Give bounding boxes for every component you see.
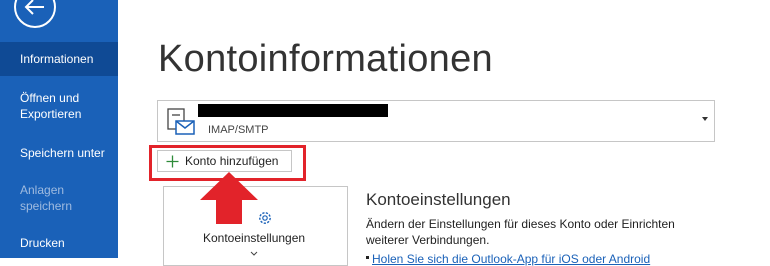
section-description: Ändern der Einstellungen für dieses Kont… <box>366 217 675 247</box>
add-account-button[interactable]: Konto hinzufügen <box>157 150 292 172</box>
sidebar-item-label: Öffnen und Exportieren <box>20 91 82 121</box>
section-heading: Kontoeinstellungen <box>366 190 511 209</box>
account-type: IMAP/SMTP <box>208 124 269 136</box>
sidebar-item-anlagen-speichern: Anlagen speichern <box>0 182 92 214</box>
dropdown-arrow-icon[interactable] <box>702 117 708 121</box>
page-title: Kontoinformationen <box>158 38 493 80</box>
account-settings-tile-label: Kontoeinstellungen <box>203 231 306 245</box>
sidebar-item-label: Drucken <box>20 236 65 250</box>
sidebar-item-oeffnen-exportieren[interactable]: Öffnen und Exportieren <box>0 90 100 122</box>
mailbox-icon <box>167 108 195 135</box>
sidebar: Informationen Öffnen und Exportieren Spe… <box>0 0 118 258</box>
gear-icon <box>259 212 271 224</box>
red-arrow-annotation <box>200 172 258 224</box>
sidebar-item-informationen[interactable]: Informationen <box>0 42 118 76</box>
plus-icon <box>166 155 179 168</box>
account-name-redacted: (redacted) <box>198 104 388 117</box>
add-account-label: Konto hinzufügen <box>185 154 279 168</box>
back-arrow-icon <box>24 0 44 15</box>
outlook-app-link[interactable]: Holen Sie sich die Outlook-App für iOS o… <box>372 252 650 266</box>
sidebar-item-speichern-unter[interactable]: Speichern unter <box>0 145 118 161</box>
sidebar-item-label: Anlagen speichern <box>20 183 73 213</box>
account-selector[interactable]: (redacted) IMAP/SMTP <box>157 100 715 142</box>
sidebar-item-drucken[interactable]: Drucken <box>0 235 118 251</box>
chevron-down-icon <box>250 251 258 256</box>
sidebar-item-label: Speichern unter <box>20 146 105 160</box>
back-button[interactable] <box>14 0 56 28</box>
sidebar-item-label: Informationen <box>20 52 94 66</box>
